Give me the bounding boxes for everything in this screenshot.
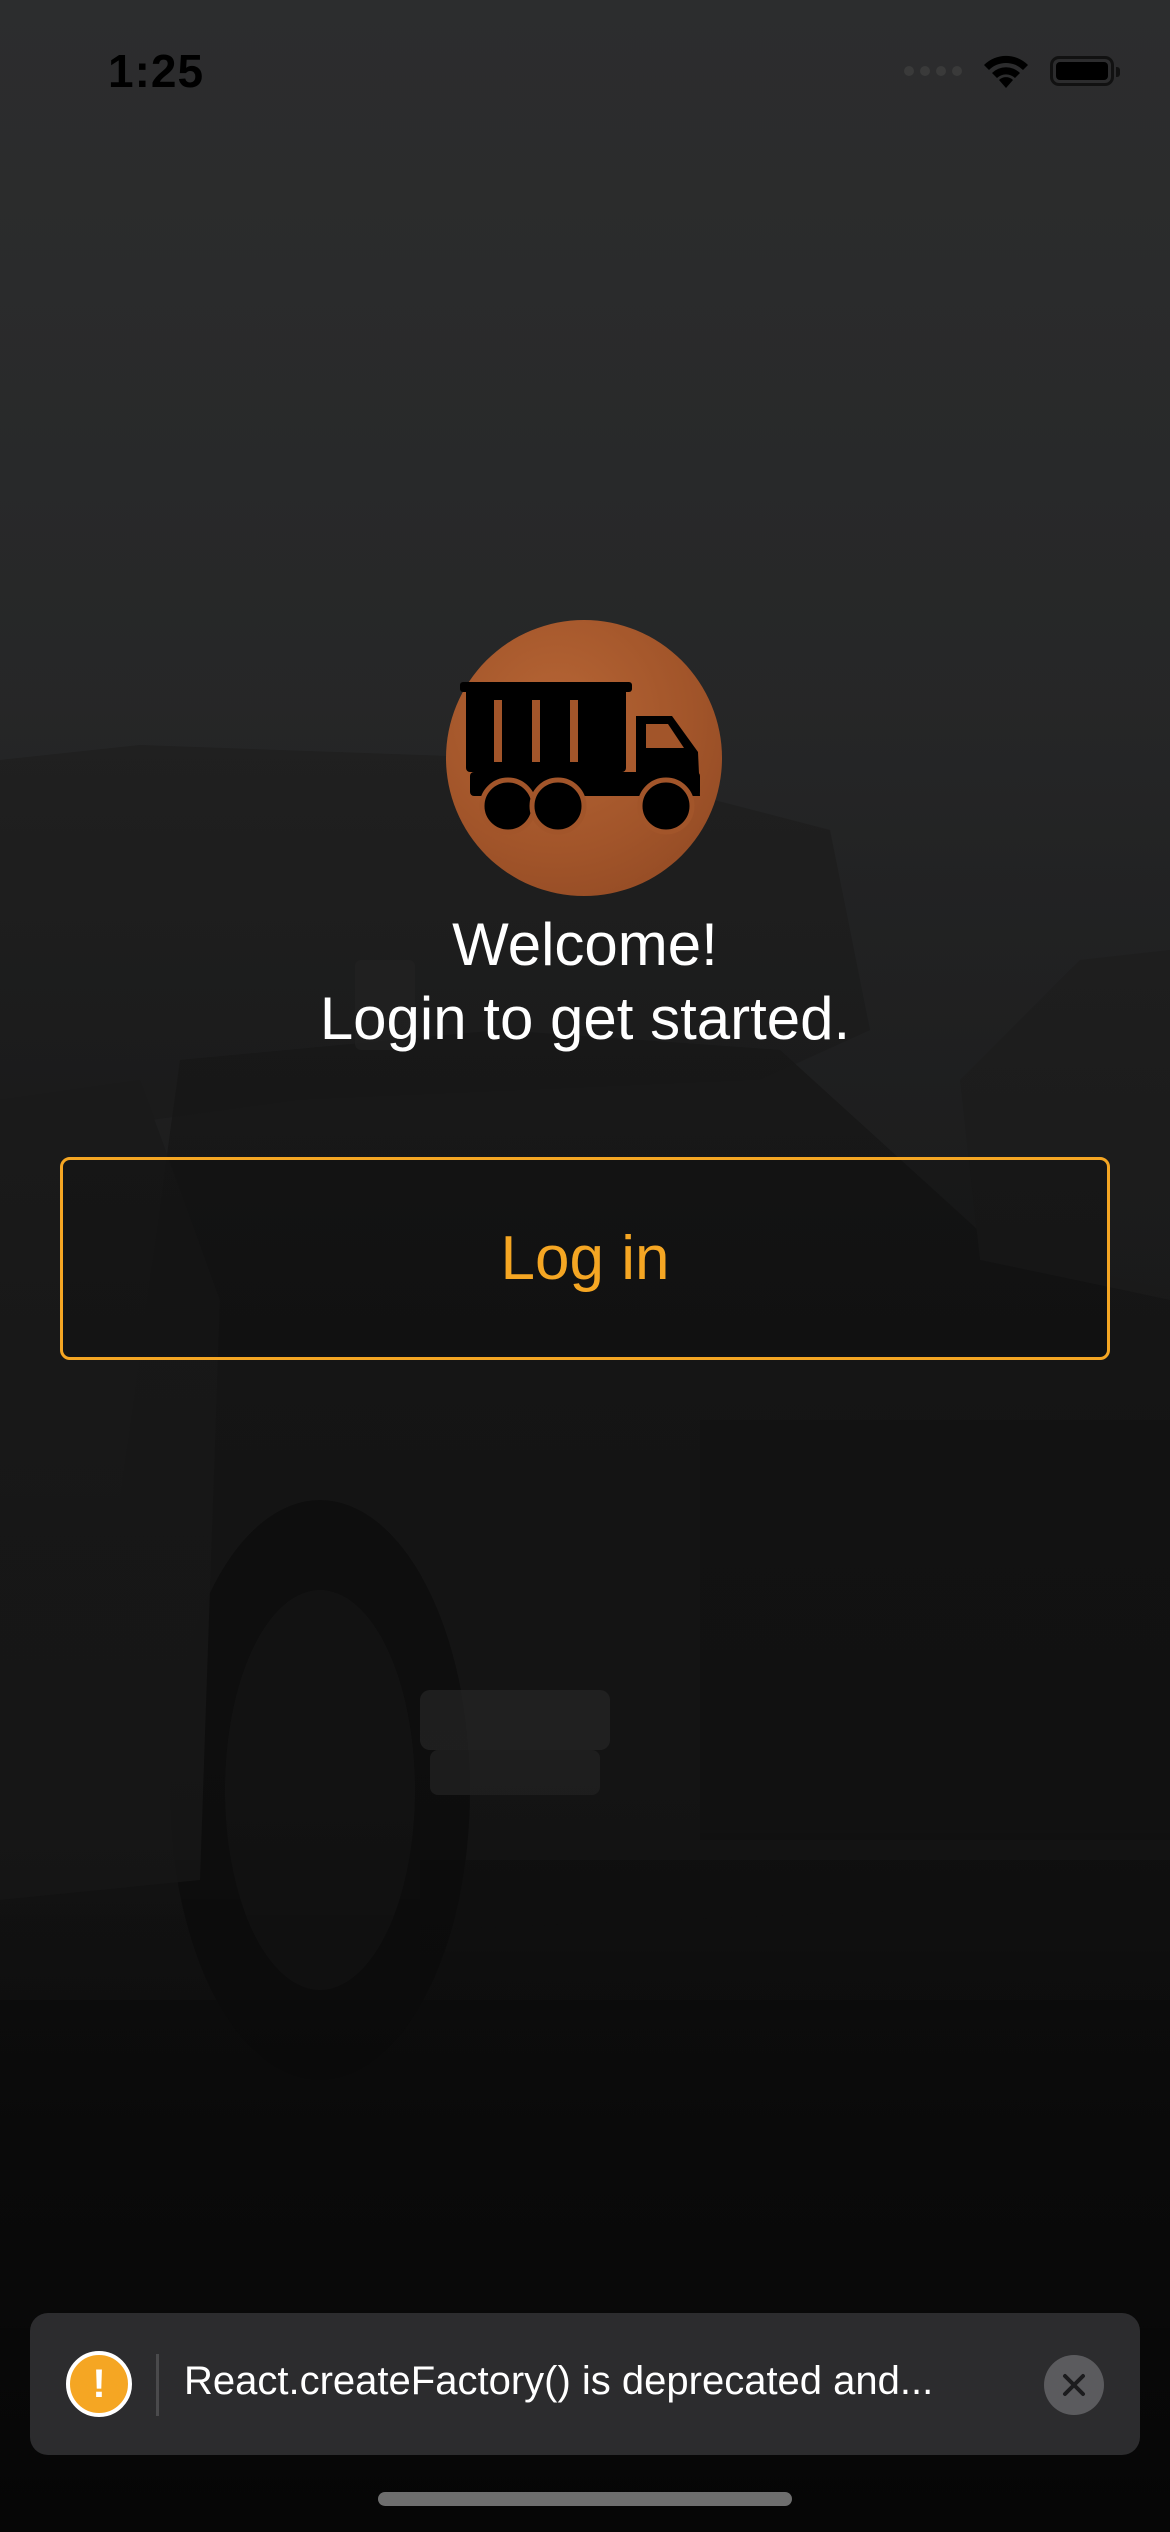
close-icon <box>1063 2374 1085 2396</box>
status-time: 1:25 <box>108 45 205 97</box>
toast-close-button[interactable] <box>1044 2355 1104 2415</box>
welcome-subtitle: Login to get started. <box>319 985 851 1052</box>
login-screen: 1:25 Welcome! Login to get started. Log … <box>0 0 1170 2532</box>
status-icons <box>904 52 1120 90</box>
battery-icon <box>1050 56 1120 86</box>
cellular-signal-icon <box>904 66 962 76</box>
welcome-title: Welcome! <box>452 911 718 978</box>
toast-message[interactable]: React.createFactory() is deprecated and.… <box>184 2359 1034 2404</box>
toast-divider <box>156 2354 159 2416</box>
login-button[interactable]: Log in <box>60 1157 1110 1360</box>
home-indicator[interactable] <box>378 2492 792 2506</box>
dump-truck-icon <box>460 682 700 835</box>
status-bar: 1:25 <box>0 0 1170 150</box>
warning-icon: ! <box>66 2351 132 2417</box>
welcome-message: Welcome! Login to get started. <box>0 908 1170 1056</box>
wifi-icon <box>984 55 1028 88</box>
app-logo <box>446 620 722 896</box>
warning-toast[interactable]: ! React.createFactory() is deprecated an… <box>30 2313 1140 2455</box>
